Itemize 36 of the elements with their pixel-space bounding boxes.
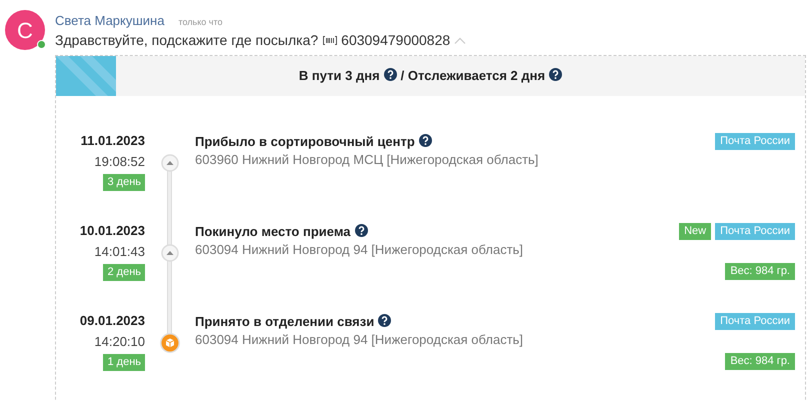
avatar: С bbox=[5, 10, 45, 50]
barcode-icon bbox=[323, 36, 338, 44]
weight-badge: Вес: 984 гр. bbox=[725, 263, 795, 280]
day-badge: 1 день bbox=[103, 354, 145, 371]
event-address: 603094 Нижний Новгород 94 [Нижегородская область] bbox=[195, 242, 524, 258]
weight-badge: Вес: 984 гр. bbox=[725, 353, 795, 370]
carrier-badge: Почта России bbox=[715, 223, 795, 240]
help-icon bbox=[378, 314, 392, 327]
carrier-badge: Почта России bbox=[715, 133, 795, 150]
help-icon bbox=[418, 134, 432, 147]
event-title: Принято в отделении связи bbox=[195, 314, 392, 330]
new-badge: New bbox=[679, 223, 712, 240]
tracking-summary: В пути 3 дня bbox=[298, 66, 397, 86]
event-time: 14:01:43 bbox=[94, 244, 145, 260]
help-icon bbox=[354, 224, 368, 237]
event-date: 09.01.2023 bbox=[80, 313, 145, 329]
day-badge: 3 день bbox=[103, 174, 145, 191]
help-icon bbox=[384, 68, 397, 82]
day-badge: 2 день bbox=[103, 264, 145, 281]
event-title: Прибыло в сортировочный центр bbox=[195, 134, 432, 150]
event-address: 603094 Нижний Новгород 94 [Нижегородская область] bbox=[195, 332, 524, 348]
event-time: 14:20:10 bbox=[94, 334, 145, 350]
tracking-summary: / Отслеживается 2 дня bbox=[400, 66, 562, 86]
author-name[interactable]: Света Маркушина bbox=[55, 11, 164, 30]
tracking-number[interactable]: 60309479000828 bbox=[341, 30, 450, 50]
carrier-logo-icon bbox=[56, 56, 116, 96]
chevron-up-icon[interactable] bbox=[454, 36, 466, 44]
event-date: 11.01.2023 bbox=[80, 133, 145, 149]
event-time: 19:08:52 bbox=[94, 154, 145, 170]
event-address: 603960 Нижний Новгород МСЦ [Нижегородская область] bbox=[195, 152, 540, 168]
message-text: Здравствуйте, подскажите где посылка? bbox=[55, 30, 318, 50]
event-title: Покинуло место приема bbox=[195, 224, 368, 240]
carrier-badge: Почта России bbox=[715, 313, 795, 330]
message-time: только что bbox=[178, 16, 222, 29]
event-date: 10.01.2023 bbox=[80, 223, 145, 239]
help-icon bbox=[549, 68, 562, 82]
